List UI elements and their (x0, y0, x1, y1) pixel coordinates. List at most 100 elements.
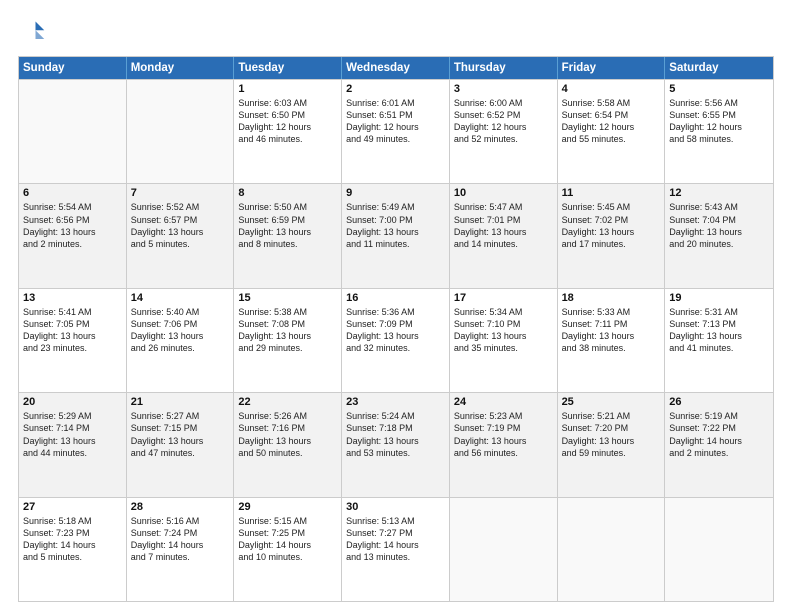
cell-info-line: Daylight: 13 hours (346, 330, 445, 342)
cell-info-line: Daylight: 13 hours (131, 226, 230, 238)
cell-info-line: Daylight: 14 hours (131, 539, 230, 551)
cell-info-line: Sunrise: 5:41 AM (23, 306, 122, 318)
cell-info-line: Sunset: 7:27 PM (346, 527, 445, 539)
cell-info-line: Daylight: 12 hours (669, 121, 769, 133)
calendar-week-2: 6Sunrise: 5:54 AMSunset: 6:56 PMDaylight… (19, 183, 773, 287)
cell-info-line: Sunset: 6:51 PM (346, 109, 445, 121)
cell-info-line: and 56 minutes. (454, 447, 553, 459)
calendar-week-5: 27Sunrise: 5:18 AMSunset: 7:23 PMDayligh… (19, 497, 773, 601)
cell-info-line: Sunrise: 5:49 AM (346, 201, 445, 213)
day-number: 22 (238, 396, 337, 408)
cell-info-line: Sunrise: 5:33 AM (562, 306, 661, 318)
day-number: 15 (238, 292, 337, 304)
calendar-cell: 16Sunrise: 5:36 AMSunset: 7:09 PMDayligh… (342, 289, 450, 392)
cell-info-line: Sunset: 7:08 PM (238, 318, 337, 330)
day-number: 21 (131, 396, 230, 408)
cell-info-line: and 35 minutes. (454, 342, 553, 354)
cell-info-line: Sunrise: 6:01 AM (346, 97, 445, 109)
calendar-cell: 8Sunrise: 5:50 AMSunset: 6:59 PMDaylight… (234, 184, 342, 287)
calendar-cell: 15Sunrise: 5:38 AMSunset: 7:08 PMDayligh… (234, 289, 342, 392)
cell-info-line: Daylight: 14 hours (238, 539, 337, 551)
calendar-header-monday: Monday (127, 57, 235, 79)
calendar-cell: 7 Sunrise: 5:52 AMSunset: 6:57 PMDaylight… (127, 184, 235, 287)
cell-info-line: and 10 minutes. (238, 551, 337, 563)
calendar-week-3: 13Sunrise: 5:41 AMSunset: 7:05 PMDayligh… (19, 288, 773, 392)
cell-info-line: Sunset: 7:16 PM (238, 422, 337, 434)
cell-info-line: Daylight: 14 hours (346, 539, 445, 551)
cell-info-line: Daylight: 13 hours (669, 330, 769, 342)
cell-info-line: and 23 minutes. (23, 342, 122, 354)
cell-info-line: Daylight: 12 hours (454, 121, 553, 133)
cell-info-line: Sunrise: 5:45 AM (562, 201, 661, 213)
cell-info-line: and 58 minutes. (669, 133, 769, 145)
cell-info-line: Sunset: 6:57 PM (131, 214, 230, 226)
cell-info-line: Sunrise: 5:13 AM (346, 515, 445, 527)
cell-info-line: Daylight: 13 hours (238, 435, 337, 447)
cell-info-line: Daylight: 13 hours (238, 330, 337, 342)
day-number: 8 (238, 187, 337, 199)
cell-info-line: Sunrise: 5:50 AM (238, 201, 337, 213)
calendar-cell: 2Sunrise: 6:01 AMSunset: 6:51 PMDaylight… (342, 80, 450, 183)
cell-info-line: and 20 minutes. (669, 238, 769, 250)
cell-info-line: Daylight: 13 hours (669, 226, 769, 238)
cell-info-line: and 2 minutes. (669, 447, 769, 459)
cell-info-line: Sunrise: 5:26 AM (238, 410, 337, 422)
cell-info-line: and 44 minutes. (23, 447, 122, 459)
cell-info-line: and 8 minutes. (238, 238, 337, 250)
calendar-header-saturday: Saturday (665, 57, 773, 79)
cell-info-line: Sunrise: 5:16 AM (131, 515, 230, 527)
cell-info-line: Sunrise: 5:19 AM (669, 410, 769, 422)
cell-info-line: Sunrise: 5:47 AM (454, 201, 553, 213)
cell-info-line: Sunrise: 5:15 AM (238, 515, 337, 527)
cell-info-line: Sunrise: 5:52 AM (131, 201, 230, 213)
calendar-cell: 14Sunrise: 5:40 AMSunset: 7:06 PMDayligh… (127, 289, 235, 392)
cell-info-line: Sunrise: 5:29 AM (23, 410, 122, 422)
day-number: 9 (346, 187, 445, 199)
calendar-cell: 13Sunrise: 5:41 AMSunset: 7:05 PMDayligh… (19, 289, 127, 392)
cell-info-line: Sunrise: 5:24 AM (346, 410, 445, 422)
day-number: 7 (131, 187, 230, 199)
cell-info-line: Sunset: 7:22 PM (669, 422, 769, 434)
day-number: 17 (454, 292, 553, 304)
cell-info-line: Daylight: 14 hours (669, 435, 769, 447)
cell-info-line: and 26 minutes. (131, 342, 230, 354)
calendar-cell: 24Sunrise: 5:23 AMSunset: 7:19 PMDayligh… (450, 393, 558, 496)
day-number: 20 (23, 396, 122, 408)
cell-info-line: Daylight: 13 hours (562, 330, 661, 342)
calendar-cell: 9Sunrise: 5:49 AMSunset: 7:00 PMDaylight… (342, 184, 450, 287)
cell-info-line: Sunset: 6:59 PM (238, 214, 337, 226)
cell-info-line: Sunrise: 5:54 AM (23, 201, 122, 213)
calendar-header-wednesday: Wednesday (342, 57, 450, 79)
cell-info-line: Sunset: 7:11 PM (562, 318, 661, 330)
cell-info-line: Sunset: 7:15 PM (131, 422, 230, 434)
day-number: 25 (562, 396, 661, 408)
calendar-cell: 29Sunrise: 5:15 AMSunset: 7:25 PMDayligh… (234, 498, 342, 601)
cell-info-line: and 47 minutes. (131, 447, 230, 459)
cell-info-line: Daylight: 12 hours (238, 121, 337, 133)
day-number: 13 (23, 292, 122, 304)
header (18, 18, 774, 46)
calendar-header-row: SundayMondayTuesdayWednesdayThursdayFrid… (19, 57, 773, 79)
calendar-cell (450, 498, 558, 601)
cell-info-line: Sunrise: 5:36 AM (346, 306, 445, 318)
cell-info-line: and 49 minutes. (346, 133, 445, 145)
cell-info-line: Sunset: 7:04 PM (669, 214, 769, 226)
cell-info-line: Sunrise: 5:56 AM (669, 97, 769, 109)
calendar-cell: 27Sunrise: 5:18 AMSunset: 7:23 PMDayligh… (19, 498, 127, 601)
day-number: 30 (346, 501, 445, 513)
cell-info-line: and 52 minutes. (454, 133, 553, 145)
cell-info-line: and 17 minutes. (562, 238, 661, 250)
cell-info-line: Sunset: 7:13 PM (669, 318, 769, 330)
cell-info-line: and 41 minutes. (669, 342, 769, 354)
cell-info-line: Sunrise: 5:21 AM (562, 410, 661, 422)
cell-info-line: Daylight: 13 hours (454, 435, 553, 447)
calendar-cell: 28Sunrise: 5:16 AMSunset: 7:24 PMDayligh… (127, 498, 235, 601)
cell-info-line: Sunset: 7:00 PM (346, 214, 445, 226)
cell-info-line: Daylight: 14 hours (23, 539, 122, 551)
cell-info-line: Daylight: 13 hours (454, 226, 553, 238)
cell-info-line: Sunset: 6:50 PM (238, 109, 337, 121)
cell-info-line: Sunset: 6:54 PM (562, 109, 661, 121)
calendar-cell (558, 498, 666, 601)
cell-info-line: and 13 minutes. (346, 551, 445, 563)
day-number: 10 (454, 187, 553, 199)
